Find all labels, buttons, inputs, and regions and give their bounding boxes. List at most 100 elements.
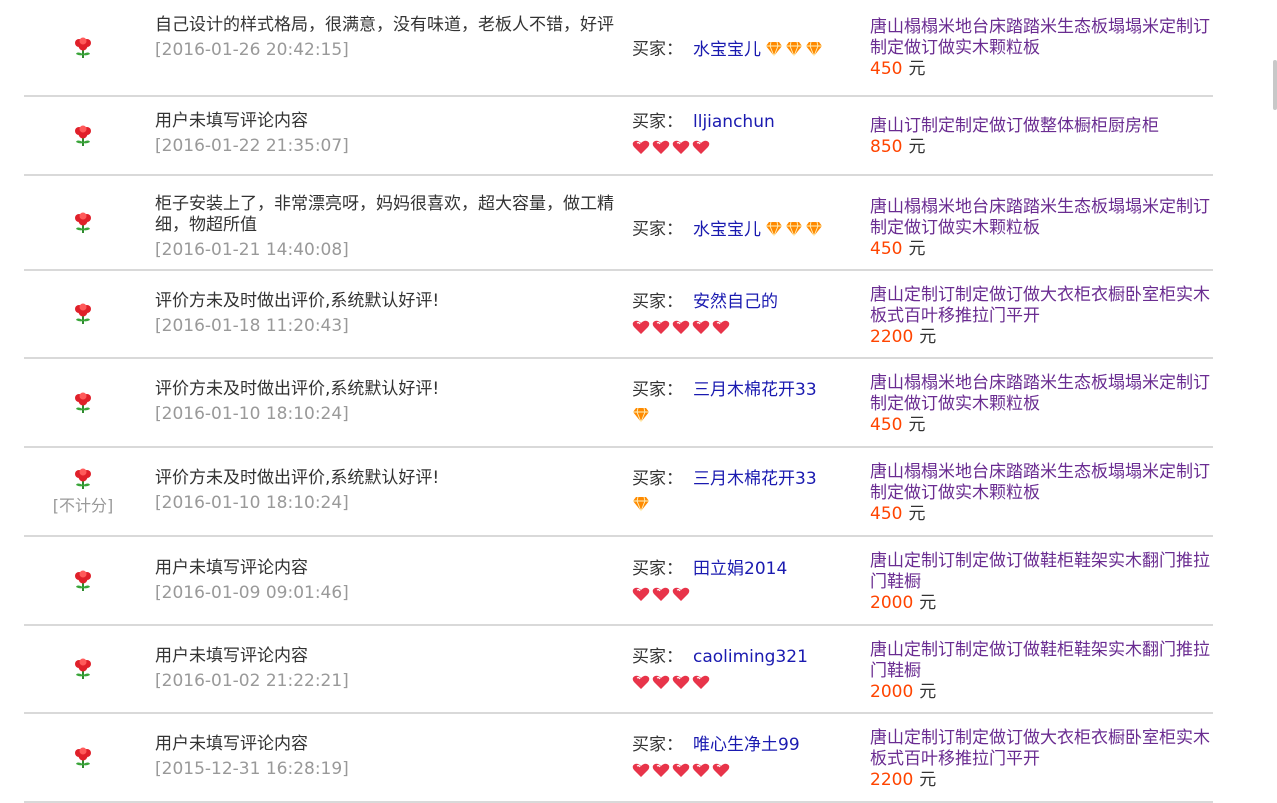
currency-unit: 元 — [919, 593, 937, 613]
currency-unit: 元 — [908, 504, 926, 524]
buyer-name-link[interactable]: 三月木棉花开33 — [693, 380, 817, 400]
diamond-icon — [766, 41, 782, 57]
comment-date: [2016-01-22 21:35:07] — [155, 136, 349, 156]
heart-icon — [652, 675, 670, 689]
buyer-line: 买家： 水宝宝儿 — [632, 218, 852, 242]
item-price: 450 — [870, 415, 903, 435]
heart-icon — [692, 763, 710, 777]
table-row: 用户未填写评论内容 [2016-01-09 09:01:46] 买家： 田立娟2014… — [24, 537, 1213, 626]
comment-text: 用户未填写评论内容 — [155, 558, 308, 578]
buyer-credit-badges — [632, 759, 852, 777]
item-price: 850 — [870, 137, 903, 157]
buyer-credit-badges — [632, 136, 852, 154]
item-title-link[interactable]: 唐山定制订制定做订做鞋柜鞋架实木翻门推拉门鞋橱 — [870, 551, 1210, 592]
heart-icon — [652, 763, 670, 777]
heart-icon — [692, 140, 710, 154]
heart-icon — [672, 140, 690, 154]
item-price: 2000 — [870, 682, 914, 702]
buyer-line: 买家： lljianchun — [632, 111, 852, 134]
item-cell: 唐山定制订制定做订做大衣柜衣橱卧室柜实木板式百叶移推拉门平开 2200 元 — [870, 728, 1210, 791]
heart-icon — [672, 763, 690, 777]
diamond-icon — [766, 221, 782, 237]
currency-unit: 元 — [908, 59, 926, 79]
comment-cell: 用户未填写评论内容 [2016-01-22 21:35:07] — [155, 111, 615, 157]
item-title-link[interactable]: 唐山榻榻米地台床踏踏米生态板塌塌米定制订制定做订做实木颗粒板 — [870, 17, 1210, 58]
item-title-link[interactable]: 唐山榻榻米地台床踏踏米生态板塌塌米定制订制定做订做实木颗粒板 — [870, 197, 1210, 238]
item-title-link[interactable]: 唐山榻榻米地台床踏踏米生态板塌塌米定制订制定做订做实木颗粒板 — [870, 373, 1210, 414]
price-line: 2000 元 — [870, 682, 1210, 703]
currency-unit: 元 — [919, 327, 937, 347]
rating-cell — [24, 626, 142, 712]
buyer-credit-badges — [765, 38, 825, 61]
item-title-link[interactable]: 唐山订制定制定做订做整体橱柜厨房柜 — [870, 116, 1159, 136]
buyer-line: 买家： 水宝宝儿 — [632, 38, 852, 62]
comment-date: [2016-01-21 14:40:08] — [155, 240, 349, 260]
rating-cell — [24, 714, 142, 801]
price-line: 450 元 — [870, 415, 1210, 436]
heart-icon — [672, 675, 690, 689]
flower-icon — [75, 303, 91, 324]
buyer-name-link[interactable]: 田立娟2014 — [693, 559, 787, 579]
flower-icon — [75, 658, 91, 679]
buyer-cell: 买家： 田立娟2014 — [632, 558, 852, 601]
diamond-icon — [786, 41, 802, 57]
flower-icon — [75, 212, 91, 233]
table-row: 柜子安装上了，非常漂亮呀，妈妈很喜欢，超大容量，做工精细，物超所值 [2016-0… — [24, 176, 1213, 271]
rating-cell — [24, 271, 142, 357]
buyer-cell: 买家： 安然自己的 — [632, 291, 852, 334]
flower-icon — [75, 468, 91, 489]
rating-cell: [不计分] — [24, 448, 142, 535]
buyer-credit-badges — [632, 316, 852, 334]
item-cell: 唐山定制订制定做订做鞋柜鞋架实木翻门推拉门鞋橱 2000 元 — [870, 640, 1210, 703]
diamond-icon — [633, 496, 649, 511]
item-title-link[interactable]: 唐山定制订制定做订做大衣柜衣橱卧室柜实木板式百叶移推拉门平开 — [870, 285, 1210, 326]
buyer-line: 买家： 三月木棉花开33 — [632, 379, 852, 402]
comment-cell: 评价方未及时做出评价,系统默认好评! [2016-01-10 18:10:24] — [155, 468, 615, 514]
item-cell: 唐山榻榻米地台床踏踏米生态板塌塌米定制订制定做订做实木颗粒板 450 元 — [870, 197, 1210, 260]
item-cell: 唐山榻榻米地台床踏踏米生态板塌塌米定制订制定做订做实木颗粒板 450 元 — [870, 462, 1210, 525]
buyer-name-link[interactable]: 水宝宝儿 — [693, 220, 761, 240]
flower-icon — [75, 747, 91, 768]
page-scrollbar[interactable] — [1273, 60, 1277, 110]
buyer-name-link[interactable]: caoliming321 — [693, 647, 808, 667]
table-row: 自己设计的样式格局，很满意，没有味道，老板人不错，好评 [2016-01-26 2… — [24, 0, 1213, 97]
buyer-name-link[interactable]: lljianchun — [693, 112, 775, 132]
item-title-link[interactable]: 唐山定制订制定做订做大衣柜衣橱卧室柜实木板式百叶移推拉门平开 — [870, 728, 1210, 769]
price-line: 450 元 — [870, 239, 1210, 260]
flower-icon — [75, 125, 91, 146]
heart-icon — [652, 320, 670, 334]
heart-icon — [672, 587, 690, 601]
buyer-name-link[interactable]: 水宝宝儿 — [693, 40, 761, 60]
comment-text: 用户未填写评论内容 — [155, 111, 308, 131]
rating-cell — [24, 537, 142, 624]
buyer-label: 买家： — [632, 559, 683, 579]
rating-cell — [24, 0, 142, 95]
buyer-credit-badges — [632, 583, 852, 601]
buyer-name-link[interactable]: 安然自己的 — [693, 292, 778, 312]
comment-date: [2016-01-10 18:10:24] — [155, 404, 349, 424]
heart-icon — [652, 587, 670, 601]
comment-text: 评价方未及时做出评价,系统默认好评! — [155, 379, 440, 399]
rating-cell — [24, 176, 142, 269]
table-row: 评价方未及时做出评价,系统默认好评! [2016-01-18 11:20:43] 买… — [24, 271, 1213, 359]
buyer-name-link[interactable]: 三月木棉花开33 — [693, 469, 817, 489]
buyer-name-link[interactable]: 唯心生净土99 — [693, 735, 800, 755]
item-title-link[interactable]: 唐山定制订制定做订做鞋柜鞋架实木翻门推拉门鞋橱 — [870, 640, 1210, 681]
item-price: 2200 — [870, 327, 914, 347]
heart-icon — [692, 320, 710, 334]
rating-cell — [24, 359, 142, 446]
buyer-cell: 买家： lljianchun — [632, 111, 852, 154]
heart-icon — [632, 320, 650, 334]
heart-icon — [632, 675, 650, 689]
buyer-credit-badges — [632, 493, 852, 511]
heart-icon — [692, 675, 710, 689]
currency-unit: 元 — [908, 239, 926, 259]
comment-date: [2016-01-02 21:22:21] — [155, 671, 349, 691]
table-row: 评价方未及时做出评价,系统默认好评! [2016-01-10 18:10:24] 买… — [24, 359, 1213, 448]
comment-text: 评价方未及时做出评价,系统默认好评! — [155, 468, 440, 488]
diamond-icon — [633, 407, 649, 422]
flower-icon — [75, 37, 91, 58]
item-title-link[interactable]: 唐山榻榻米地台床踏踏米生态板塌塌米定制订制定做订做实木颗粒板 — [870, 462, 1210, 503]
comment-text: 用户未填写评论内容 — [155, 734, 308, 754]
heart-icon — [652, 140, 670, 154]
